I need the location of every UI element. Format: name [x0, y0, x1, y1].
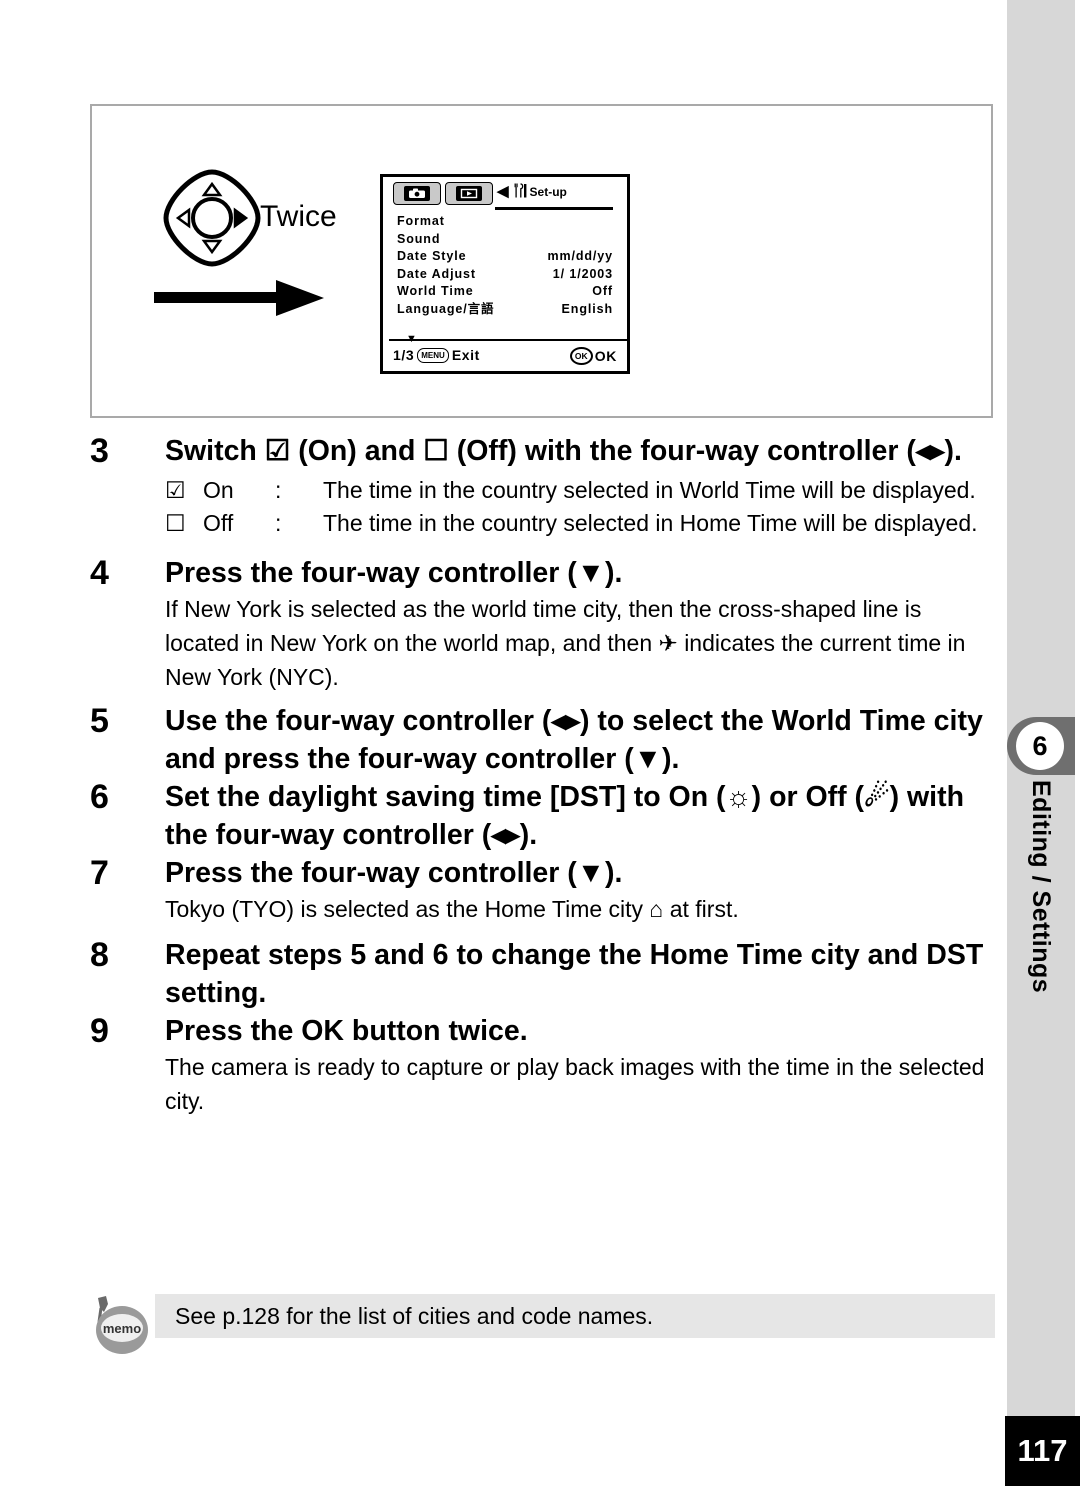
chapter-number: 6 — [1016, 722, 1064, 770]
setup-tab[interactable]: ◀ Set-up — [497, 180, 567, 204]
step-3-sublist: ☑ On : The time in the country selected … — [165, 474, 995, 540]
sublist-item: ☐ Off : The time in the country selected… — [165, 507, 995, 540]
menu-label: World Time — [397, 284, 474, 298]
camera-lcd-screen: ◀ Set-up Format Sound Date Style mm/dd/y… — [380, 174, 630, 374]
menu-row[interactable]: Date Adjust 1/ 1/2003 — [383, 266, 627, 284]
menu-label: Format — [397, 214, 445, 228]
menu-label: Sound — [397, 231, 441, 246]
menu-button-icon[interactable]: MENU — [417, 347, 449, 363]
sublist-text: The time in the country selected in Worl… — [323, 477, 976, 503]
step-number: 4 — [90, 554, 109, 592]
menu-label: Language/言語 — [397, 301, 495, 316]
four-way-controller-icon — [162, 168, 262, 268]
setup-tab-underline — [495, 207, 613, 210]
menu-row[interactable]: Format — [383, 213, 627, 231]
step-8: 8 Repeat steps 5 and 6 to change the Hom… — [90, 936, 995, 1012]
menu-row[interactable]: Language/言語 English — [383, 301, 627, 319]
checkbox-empty-icon: ☐ — [165, 510, 186, 536]
step-heading: Set the daylight saving time [DST] to On… — [165, 781, 964, 851]
twice-caption: Twice — [260, 200, 337, 233]
step-5: 5 Use the four-way controller (◂▸) to se… — [90, 702, 995, 778]
ok-button-icon[interactable]: OK — [569, 347, 593, 365]
step-body: The camera is ready to capture or play b… — [165, 1054, 985, 1114]
step-number: 8 — [90, 936, 109, 974]
chapter-side-strip — [1007, 0, 1075, 1416]
step-heading: Use the four-way controller (◂▸) to sele… — [165, 705, 983, 775]
step-6: 6 Set the daylight saving time [DST] to … — [90, 778, 995, 854]
lcd-divider — [389, 339, 627, 341]
menu-value: English — [561, 301, 613, 316]
step-heading: Press the four-way controller (▼). — [165, 557, 623, 589]
capture-tab[interactable] — [393, 182, 441, 205]
camera-icon — [404, 186, 430, 201]
play-icon — [456, 186, 482, 201]
menu-value: Off — [592, 284, 613, 298]
page-number: 117 — [1017, 1433, 1068, 1468]
step-body: Tokyo (TYO) is selected as the Home Time… — [165, 896, 739, 922]
figure-box: Twice ◀ Set-up Format Sound Date Style m… — [90, 104, 993, 418]
menu-row[interactable]: World Time Off — [383, 283, 627, 301]
chapter-label-text: Editing / Settings — [1027, 780, 1055, 994]
menu-label: Date Adjust — [397, 266, 476, 281]
wrench-icon — [511, 182, 528, 202]
step-4: 4 Press the four-way controller (▼). If … — [90, 554, 995, 694]
step-3: 3 Switch ☑ (On) and ☐ (Off) with the fou… — [90, 432, 995, 540]
sublist-item: ☑ On : The time in the country selected … — [165, 474, 995, 507]
lcd-status-bar: 1/3 MENU Exit OK OK — [383, 343, 627, 369]
left-arrow-icon: ◀ — [497, 183, 509, 200]
step-heading: Switch ☑ (On) and ☐ (Off) with the four-… — [165, 435, 962, 467]
instruction-steps: 3 Switch ☑ (On) and ☐ (Off) with the fou… — [90, 432, 995, 1118]
menu-row[interactable]: Sound — [383, 231, 627, 249]
step-number: 3 — [90, 432, 109, 470]
flow-arrow-icon — [154, 278, 329, 320]
menu-page-indicator: 1/3 — [393, 347, 415, 363]
step-number: 6 — [90, 778, 109, 816]
step-number: 9 — [90, 1012, 109, 1050]
step-heading: Press the four-way controller (▼). — [165, 857, 623, 889]
step-number: 7 — [90, 854, 109, 892]
step-9: 9 Press the OK button twice. The camera … — [90, 1012, 995, 1118]
setup-menu-list: Format Sound Date Style mm/dd/yy Date Ad… — [383, 213, 627, 318]
ok-label: OK — [594, 348, 617, 364]
menu-value: 1/ 1/2003 — [552, 266, 613, 281]
sublist-colon: : — [275, 477, 282, 503]
menu-label: Date Style — [397, 249, 467, 263]
step-heading: Press the OK button twice. — [165, 1015, 528, 1047]
setup-tab-label: Set-up — [529, 185, 567, 199]
sublist-name: Off — [203, 510, 234, 536]
playback-tab[interactable] — [445, 182, 493, 205]
sublist-text: The time in the country selected in Home… — [323, 510, 978, 536]
step-heading: Repeat steps 5 and 6 to change the Home … — [165, 939, 984, 1009]
exit-label: Exit — [451, 347, 480, 363]
step-7: 7 Press the four-way controller (▼). Tok… — [90, 854, 995, 926]
checkbox-checked-icon: ☑ — [165, 477, 186, 503]
sublist-name: On — [203, 477, 234, 503]
menu-row[interactable]: Date Style mm/dd/yy — [383, 248, 627, 266]
chapter-label: Editing / Settings — [1007, 780, 1075, 1110]
step-body: If New York is selected as the world tim… — [165, 596, 966, 690]
memo-icon-label: memo — [101, 1314, 143, 1342]
memo-text: See p.128 for the list of cities and cod… — [175, 1303, 654, 1329]
menu-value: mm/dd/yy — [547, 249, 613, 263]
step-number: 5 — [90, 702, 109, 740]
lcd-tab-bar: ◀ Set-up — [383, 177, 627, 210]
memo-icon: memo — [88, 1292, 152, 1356]
sublist-colon: : — [275, 510, 282, 536]
